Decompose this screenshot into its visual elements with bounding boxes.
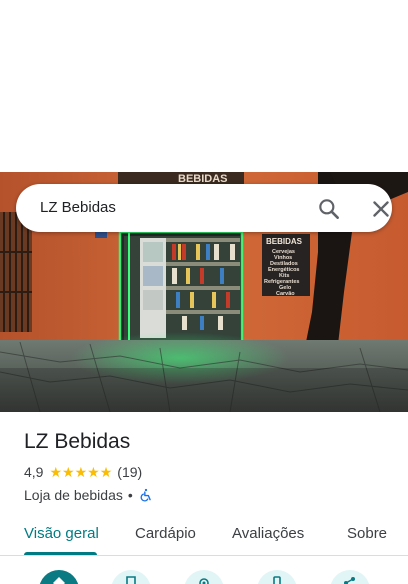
active-tab-indicator bbox=[24, 552, 97, 555]
category-row: Loja de bebidas • bbox=[24, 486, 394, 504]
phone-button[interactable] bbox=[257, 570, 297, 584]
search-input[interactable]: LZ Bebidas bbox=[40, 199, 116, 216]
close-icon[interactable] bbox=[368, 196, 394, 222]
star-icon: ★ bbox=[99, 464, 113, 480]
star-icon: ★ bbox=[74, 464, 88, 480]
directions-button[interactable] bbox=[39, 570, 79, 584]
share-icon bbox=[344, 577, 355, 584]
photo-board-title: BEBIDAS bbox=[266, 237, 303, 246]
save-button[interactable] bbox=[111, 570, 151, 584]
directions-icon bbox=[53, 577, 65, 584]
star-icon: ★ bbox=[49, 464, 63, 480]
nearby-icon bbox=[199, 578, 209, 584]
rating-stars: ★ ★ ★ ★ ★ bbox=[49, 465, 112, 479]
place-title: LZ Bebidas bbox=[24, 430, 131, 453]
separator: • bbox=[127, 487, 133, 503]
place-info: LZ Bebidas 4,9 ★ ★ ★ ★ ★ (19) Loja de be… bbox=[24, 428, 394, 504]
rating-row[interactable]: 4,9 ★ ★ ★ ★ ★ (19) bbox=[24, 464, 394, 480]
star-icon: ★ bbox=[87, 464, 100, 480]
tab-reviews[interactable]: Avaliações bbox=[232, 525, 304, 542]
tab-about[interactable]: Sobre bbox=[347, 525, 387, 542]
action-buttons bbox=[0, 566, 408, 584]
save-icon bbox=[126, 576, 136, 584]
review-count[interactable]: (19) bbox=[117, 464, 142, 480]
search-icon[interactable] bbox=[316, 196, 342, 222]
star-icon: ★ bbox=[62, 464, 75, 480]
map-blank-area bbox=[0, 0, 408, 172]
place-category: Loja de bebidas bbox=[24, 487, 123, 503]
rating-value: 4,9 bbox=[24, 464, 44, 480]
wheelchair-accessible-icon bbox=[139, 488, 153, 502]
tab-menu[interactable]: Cardápio bbox=[135, 525, 196, 542]
search-bar[interactable]: LZ Bebidas bbox=[16, 184, 392, 232]
tab-overview[interactable]: Visão geral bbox=[24, 525, 99, 542]
place-tabs: Visão geral Cardápio Avaliações Sobre bbox=[0, 510, 408, 556]
share-button[interactable] bbox=[330, 570, 370, 584]
phone-icon bbox=[273, 576, 281, 584]
nearby-button[interactable] bbox=[184, 570, 224, 584]
photo-board-item: Carvão bbox=[276, 291, 295, 297]
